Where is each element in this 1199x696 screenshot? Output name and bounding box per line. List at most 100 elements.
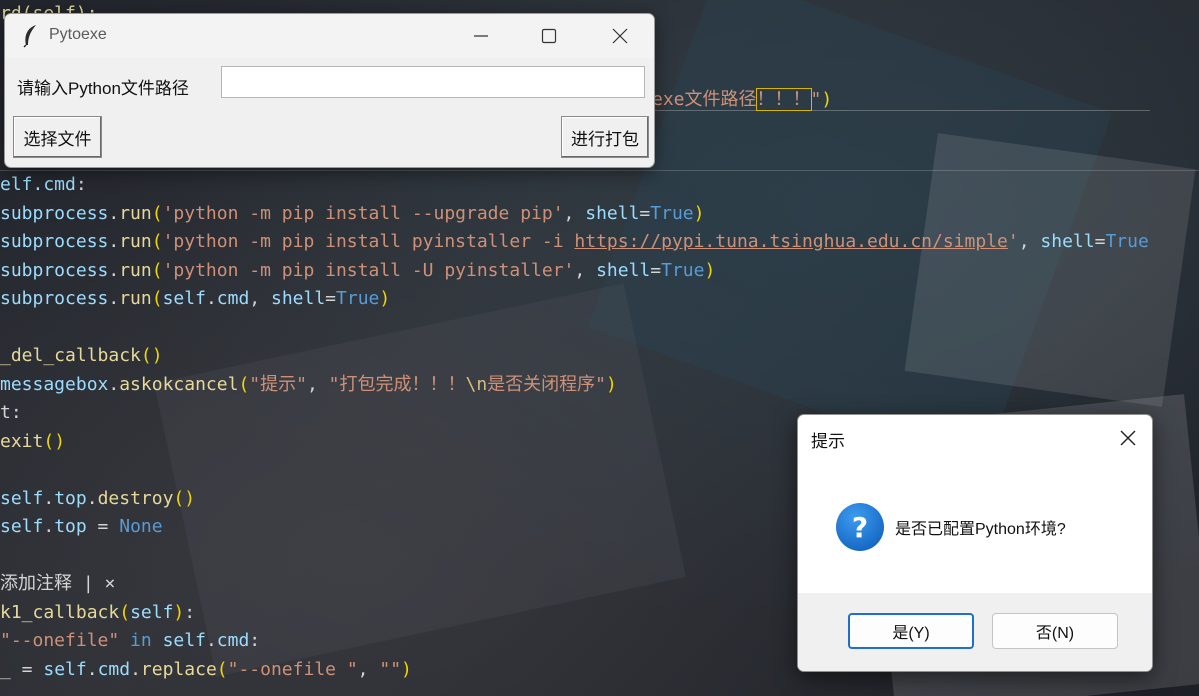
code-token: shell xyxy=(585,202,640,224)
code-line: _del_callback() xyxy=(0,342,163,370)
code-token: top xyxy=(54,487,87,509)
code-token: self xyxy=(130,601,174,623)
background-art-shape xyxy=(154,283,686,677)
dialog-message: 是否已配置Python环境? xyxy=(895,521,1066,538)
code-token: . xyxy=(108,373,120,395)
code-line: k1_callback(self): xyxy=(0,599,195,627)
code-token: "" xyxy=(379,658,402,680)
code-line: messagebox.askokcancel("提示", "打包完成！！！\n是… xyxy=(0,371,617,399)
code-token: True xyxy=(650,202,694,224)
code-token: ) xyxy=(379,288,391,309)
code-token: . xyxy=(43,487,55,509)
code-token: () xyxy=(173,487,196,509)
code-line: self.top.destroy() xyxy=(0,485,195,513)
code-token: = xyxy=(650,259,662,281)
maximize-button[interactable] xyxy=(526,14,572,58)
code-token: ) xyxy=(173,601,185,623)
code-token: messagebox xyxy=(0,373,109,395)
code-token: ' xyxy=(1007,231,1019,252)
code-line: subprocess.run(self.cmd, shell=True) xyxy=(0,285,390,313)
code-token: = xyxy=(325,288,337,309)
code-token: "打包完成！！！ xyxy=(328,373,466,395)
code-token: self xyxy=(0,487,44,509)
confirm-dialog: 提示 ? 是否已配置Python环境? 是(Y) 否(N) xyxy=(797,414,1153,672)
code-token: cmd xyxy=(97,658,131,680)
code-token: elf.cmd xyxy=(0,174,76,195)
code-line: subprocess.run('python -m pip install --… xyxy=(0,200,704,228)
code-token: . xyxy=(86,658,98,680)
code-token: cmd xyxy=(216,630,250,651)
code-token: self xyxy=(0,516,44,537)
code-token: , xyxy=(563,202,586,224)
code-token: https://pypi.tuna.tsinghua.edu.cn/simple xyxy=(574,231,1008,252)
code-token: " xyxy=(810,88,822,110)
code-token: ( xyxy=(238,373,250,395)
code-line: 添加注释 | × xyxy=(0,570,115,598)
close-icon xyxy=(1120,430,1136,446)
code-line: exe文件路径！！！") xyxy=(652,86,832,114)
code-token: () xyxy=(140,345,163,366)
code-token: self xyxy=(162,630,206,651)
code-token: shell xyxy=(596,259,651,281)
code-line: subprocess.run('python -m pip install py… xyxy=(0,228,1149,256)
code-token: ( xyxy=(151,202,163,224)
code-line: elf.cmd: xyxy=(0,171,87,199)
code-token: ) xyxy=(693,202,705,224)
code-token: ( xyxy=(151,288,163,309)
close-icon xyxy=(612,28,628,44)
choose-file-button[interactable]: 选择文件 xyxy=(13,116,102,158)
pytoexe-window: Pytoexe 请输入Python文件路径 选择文件 进行打包 xyxy=(4,13,655,168)
code-token: None xyxy=(119,516,163,537)
code-token: run xyxy=(119,231,152,252)
minimize-button[interactable] xyxy=(458,14,504,58)
yes-button[interactable]: 是(Y) xyxy=(848,613,974,649)
code-token: True xyxy=(661,259,705,281)
code-token: in xyxy=(119,630,163,651)
code-token: ！！！ xyxy=(755,87,812,111)
code-token: _del_callback xyxy=(0,345,141,366)
code-token: ( xyxy=(151,259,163,281)
code-line: subprocess.run('python -m pip install -U… xyxy=(0,257,715,285)
code-token: shell xyxy=(1040,231,1095,252)
feather-icon xyxy=(23,25,36,48)
code-token: top xyxy=(54,516,87,537)
code-token: . xyxy=(108,202,120,224)
code-token: ( xyxy=(119,601,131,623)
code-token: , xyxy=(357,658,380,680)
code-token: ( xyxy=(151,231,163,252)
code-token: exe文件路径 xyxy=(652,88,757,110)
no-button[interactable]: 否(N) xyxy=(992,613,1118,649)
code-token: ) xyxy=(821,88,833,110)
code-token: ) xyxy=(704,259,716,281)
code-token: "--onefile " xyxy=(227,658,358,680)
code-token: 'python -m pip install pyinstaller -i xyxy=(162,231,575,252)
code-token: = xyxy=(86,516,120,537)
code-line: self.top = None xyxy=(0,513,163,541)
code-line: "--onefile" in self.cmd: xyxy=(0,627,260,655)
window-titlebar[interactable]: Pytoexe xyxy=(5,14,654,58)
code-token: 'python -m pip install -U pyinstaller' xyxy=(162,259,575,281)
code-token: self xyxy=(162,288,206,309)
code-token: , xyxy=(1018,231,1041,252)
code-token: = xyxy=(1094,231,1106,252)
code-token: . xyxy=(43,516,55,537)
code-token: "--onefile" xyxy=(0,630,120,651)
minimize-icon xyxy=(474,35,488,37)
path-input[interactable] xyxy=(221,66,645,98)
code-token: subprocess xyxy=(0,259,109,281)
code-token: True xyxy=(336,288,380,309)
code-token: subprocess xyxy=(0,231,109,252)
code-token: k1_callback xyxy=(0,601,120,623)
code-token: shell xyxy=(270,288,326,309)
code-token: . xyxy=(205,630,217,651)
code-token: , xyxy=(249,288,271,309)
code-token: subprocess xyxy=(0,202,109,224)
code-token: exit xyxy=(0,430,44,452)
dialog-close-button[interactable] xyxy=(1104,415,1150,459)
code-token: 'python -m pip install --upgrade pip' xyxy=(162,202,564,224)
code-token: , xyxy=(306,373,329,395)
dialog-title: 提示 xyxy=(811,432,845,451)
pack-button[interactable]: 进行打包 xyxy=(561,116,649,158)
close-button[interactable] xyxy=(597,14,643,58)
maximize-icon xyxy=(541,28,557,44)
